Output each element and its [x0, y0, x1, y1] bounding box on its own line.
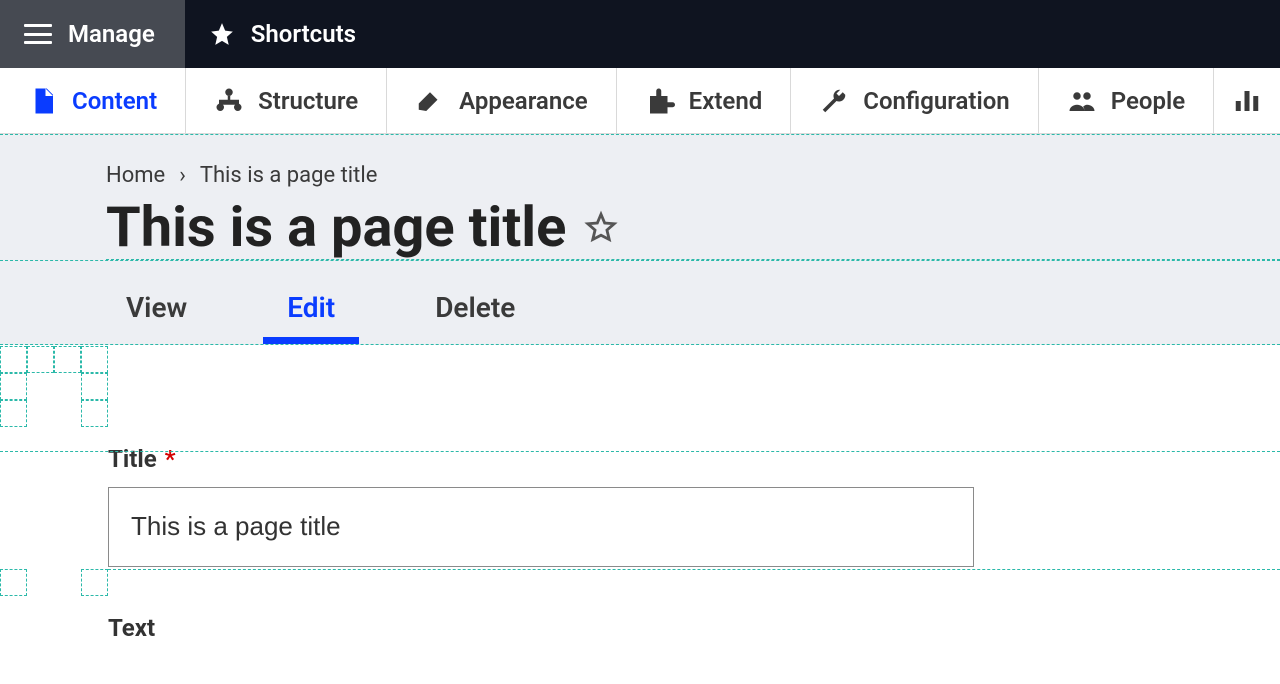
local-tasks: View Edit Delete — [0, 261, 1280, 345]
title-field-label: Title — [108, 445, 157, 473]
text-field-label: Text — [0, 570, 1280, 642]
form-area: Title * Text — [0, 345, 1280, 642]
admin-tab-reports[interactable] — [1214, 68, 1274, 133]
manage-toggle[interactable]: Manage — [0, 0, 185, 68]
shortcuts-label: Shortcuts — [251, 20, 356, 48]
admin-tab-label: Extend — [689, 87, 763, 115]
shortcuts-toggle[interactable]: Shortcuts — [185, 0, 380, 68]
page-icon — [28, 86, 58, 116]
admin-tab-label: Configuration — [863, 87, 1009, 115]
structure-icon — [214, 86, 244, 116]
page-header: Home › This is a page title This is a pa… — [0, 134, 1280, 261]
admin-tab-extend[interactable]: Extend — [617, 68, 792, 133]
title-field-label-row: Title * — [108, 445, 1280, 473]
star-outline-icon[interactable] — [584, 210, 618, 244]
breadcrumb-current[interactable]: This is a page title — [200, 163, 378, 188]
hamburger-icon — [24, 24, 52, 44]
admin-tab-content[interactable]: Content — [0, 68, 186, 133]
breadcrumb: Home › This is a page title — [106, 163, 1280, 188]
star-solid-icon — [209, 21, 235, 47]
page-title: This is a page title — [106, 198, 566, 257]
admin-tab-structure[interactable]: Structure — [186, 68, 387, 133]
extend-icon — [645, 86, 675, 116]
admin-tab-label: People — [1111, 87, 1185, 115]
admin-topbar: Manage Shortcuts — [0, 0, 1280, 68]
required-indicator: * — [165, 445, 176, 473]
admin-tab-appearance[interactable]: Appearance — [387, 68, 617, 133]
manage-label: Manage — [68, 20, 155, 48]
tab-delete[interactable]: Delete — [415, 285, 535, 344]
chevron-right-icon: › — [179, 163, 186, 188]
appearance-icon — [415, 86, 445, 116]
bar-chart-icon — [1232, 86, 1262, 116]
admin-tab-label: Appearance — [459, 87, 588, 115]
admin-tab-label: Structure — [258, 87, 358, 115]
admin-tab-people[interactable]: People — [1039, 68, 1214, 133]
admin-menu: Content Structure Appearance Extend Conf… — [0, 68, 1280, 134]
tab-edit[interactable]: Edit — [267, 285, 355, 344]
breadcrumb-home[interactable]: Home — [106, 163, 165, 188]
wrench-icon — [819, 86, 849, 116]
people-icon — [1067, 86, 1097, 116]
tab-view[interactable]: View — [106, 285, 207, 344]
admin-tab-label: Content — [72, 87, 157, 115]
admin-tab-configuration[interactable]: Configuration — [791, 68, 1038, 133]
title-input[interactable] — [108, 487, 974, 567]
